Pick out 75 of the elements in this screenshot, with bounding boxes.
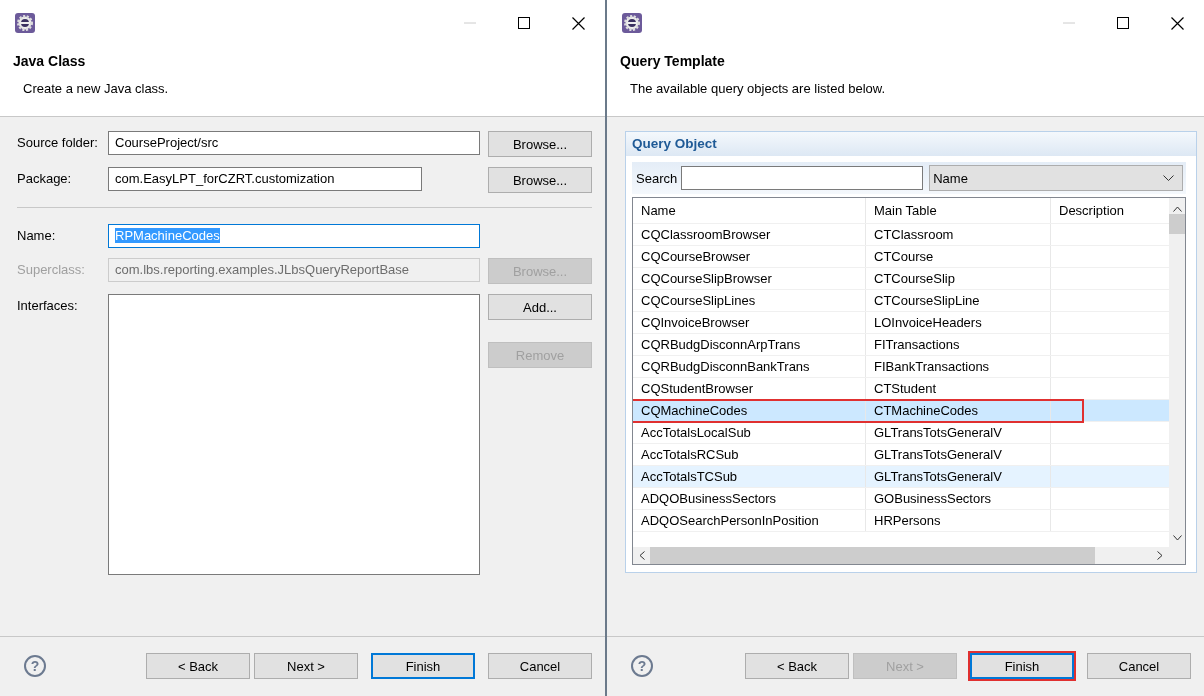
table-cell: CTCourseSlipLine xyxy=(866,290,1051,311)
text-field[interactable]: CourseProject/src xyxy=(108,131,480,155)
table-cell: ADQOSearchPersonInPosition xyxy=(633,510,866,531)
table-cell: GLTransTotsGeneralV xyxy=(866,422,1051,443)
maximize-icon xyxy=(1117,17,1129,29)
table-cell: CTCourseSlip xyxy=(866,268,1051,289)
dialog-button[interactable]: Finish xyxy=(970,653,1074,679)
table-cell: LOInvoiceHeaders xyxy=(866,312,1051,333)
table-cell: AccTotalsLocalSub xyxy=(633,422,866,443)
scroll-thumb[interactable] xyxy=(1169,214,1185,234)
table-row[interactable]: AccTotalsTCSub GLTransTotsGeneralV xyxy=(633,466,1171,488)
table-row[interactable]: CQMachineCodes CTMachineCodes xyxy=(633,400,1171,422)
field-label: Source folder: xyxy=(17,134,99,152)
table-cell: HRPersons xyxy=(866,510,1051,531)
vertical-scrollbar[interactable] xyxy=(1169,198,1185,547)
table-cell: CQCourseSlipBrowser xyxy=(633,268,866,289)
dialog-button[interactable]: Cancel xyxy=(1087,653,1191,679)
page-title: Java Class xyxy=(13,52,87,69)
dialog-button[interactable]: < Back xyxy=(146,653,250,679)
table-cell: CQMachineCodes xyxy=(633,400,866,421)
help-icon[interactable]: ? xyxy=(631,655,653,677)
table-cell: CQRBudgDisconnBankTrans xyxy=(633,356,866,377)
filter-dropdown[interactable]: Name xyxy=(929,165,1184,191)
dialog-button[interactable]: Next > xyxy=(254,653,358,679)
column-header[interactable]: Main Table xyxy=(866,198,1051,223)
field-label: Superclass: xyxy=(17,261,86,279)
table-cell: CQCourseBrowser xyxy=(633,246,866,267)
table-cell: CQCourseSlipLines xyxy=(633,290,866,311)
table-cell: AccTotalsTCSub xyxy=(633,466,866,487)
group-title: Query Object xyxy=(626,132,1196,156)
table-cell: CQClassroomBrowser xyxy=(633,224,866,245)
search-label: Search xyxy=(636,170,678,186)
field-label: Package: xyxy=(17,170,73,188)
close-icon xyxy=(1170,16,1184,30)
scroll-left-icon[interactable] xyxy=(639,551,645,560)
search-field[interactable] xyxy=(681,166,924,190)
table-cell: CTClassroom xyxy=(866,224,1051,245)
table-cell: GLTransTotsGeneralV xyxy=(866,444,1051,465)
interfaces-list[interactable] xyxy=(108,294,480,575)
table-cell: GOBusinessSectors xyxy=(866,488,1051,509)
chevron-down-icon xyxy=(1163,175,1175,181)
scroll-down-icon[interactable] xyxy=(1172,535,1182,541)
action-button[interactable]: Browse... xyxy=(488,167,592,193)
app-icon xyxy=(15,13,35,33)
dialog-button[interactable]: < Back xyxy=(745,653,849,679)
page-title: Query Template xyxy=(620,52,726,69)
action-button[interactable]: Add... xyxy=(488,294,592,320)
table-cell: FITransactions xyxy=(866,334,1051,355)
close-icon xyxy=(571,16,585,30)
table-cell: GLTransTotsGeneralV xyxy=(866,466,1051,487)
page-description: Create a new Java class. xyxy=(23,81,170,96)
table-cell: CQStudentBrowser xyxy=(633,378,866,399)
page-description: The available query objects are listed below. xyxy=(630,81,887,96)
scroll-right-icon[interactable] xyxy=(1157,551,1163,560)
table-cell: FIBankTransactions xyxy=(866,356,1051,377)
text-field[interactable]: com.EasyLPT_forCZRT.customization xyxy=(108,167,422,191)
dialog-button[interactable]: Cancel xyxy=(488,653,592,679)
table-cell: CTStudent xyxy=(866,378,1051,399)
table-cell: ADQOBusinessSectors xyxy=(633,488,866,509)
help-icon[interactable]: ? xyxy=(24,655,46,677)
table-cell: AccTotalsRCSub xyxy=(633,444,866,465)
action-button[interactable]: Browse... xyxy=(488,131,592,157)
scroll-thumb[interactable] xyxy=(650,547,1095,564)
table-cell: CQInvoiceBrowser xyxy=(633,312,866,333)
table-cell: CTMachineCodes xyxy=(866,400,1051,421)
dialog-button[interactable]: Finish xyxy=(371,653,475,679)
table-cell: CQRBudgDisconnArpTrans xyxy=(633,334,866,355)
scroll-up-icon[interactable] xyxy=(1172,206,1182,212)
horizontal-scrollbar[interactable] xyxy=(633,547,1185,564)
column-header[interactable]: Name xyxy=(633,198,866,223)
field-label: Interfaces: xyxy=(17,297,79,315)
table-cell: CTCourse xyxy=(866,246,1051,267)
field-label: Name: xyxy=(17,227,57,245)
maximize-icon xyxy=(518,17,530,29)
app-icon xyxy=(622,13,642,33)
